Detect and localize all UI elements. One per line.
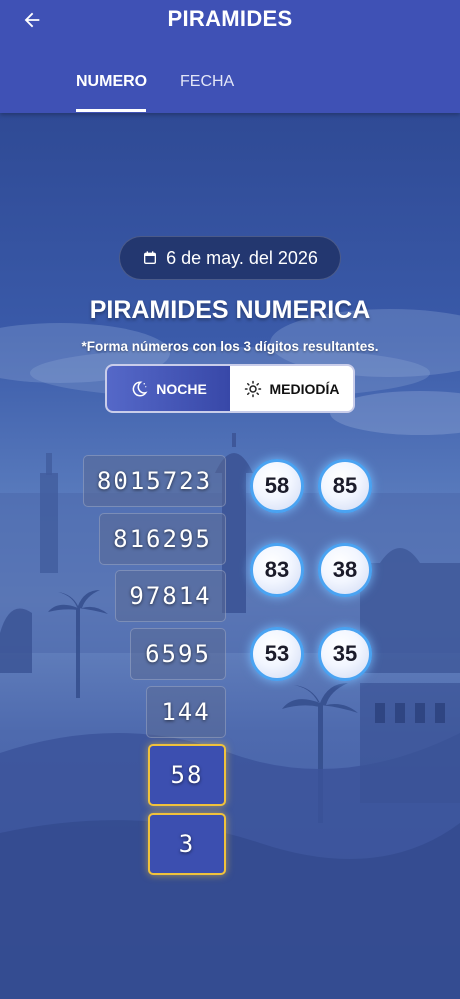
result-ball: 38: [318, 543, 372, 597]
pyramid-row: 97814: [115, 570, 226, 622]
toggle-noche[interactable]: NOCHE: [107, 366, 230, 411]
toggle-mediodia[interactable]: MEDIODÍA: [230, 366, 353, 411]
tab-numero[interactable]: NUMERO: [76, 73, 147, 113]
period-toggle: NOCHE MEDIODÍA: [105, 364, 355, 413]
toggle-mediodia-label: MEDIODÍA: [269, 380, 340, 397]
section-subtitle: *Forma números con los 3 dígitos resulta…: [81, 339, 379, 354]
moon-icon: [132, 380, 148, 396]
tab-active-indicator: [76, 109, 146, 112]
toggle-noche-label: NOCHE: [156, 380, 207, 397]
calendar-icon: [144, 251, 157, 264]
result-ball: 35: [318, 627, 372, 681]
pyramid-row-highlighted: 58: [148, 744, 226, 806]
result-ball: 85: [318, 459, 372, 513]
result-ball: 53: [250, 627, 304, 681]
result-ball: 58: [250, 459, 304, 513]
pyramid-row: 8015723: [83, 455, 226, 507]
pyramid-row: 816295: [99, 513, 226, 565]
sun-icon: [244, 380, 261, 397]
pyramid-row: 144: [146, 686, 226, 738]
tab-fecha[interactable]: FECHA: [180, 73, 234, 113]
result-ball: 83: [250, 543, 304, 597]
date-value: 6 de may. del 2026: [166, 247, 318, 268]
page-title: PIRAMIDES: [167, 6, 293, 31]
pyramid-row-highlighted: 3: [148, 813, 226, 875]
section-title: PIRAMIDES NUMERICA: [89, 296, 371, 324]
pyramid-row: 6595: [130, 628, 226, 680]
date-selector[interactable]: 6 de may. del 2026: [119, 236, 341, 280]
app-bar: PIRAMIDES NUMERO FECHA: [0, 0, 460, 113]
